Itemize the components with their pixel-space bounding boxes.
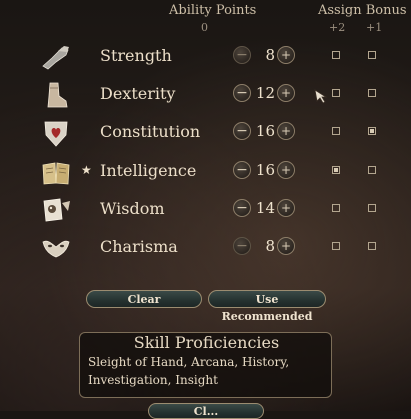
clear-button[interactable]: Clear (86, 290, 202, 308)
decrease-constitution-button[interactable]: − (233, 122, 251, 140)
mask-icon (42, 240, 70, 258)
bonus-plus1-checkbox[interactable] (368, 89, 376, 97)
increase-intelligence-button[interactable]: + (277, 161, 295, 179)
ability-score: 12 (255, 84, 275, 102)
decrease-wisdom-button[interactable]: − (233, 199, 251, 217)
ability-name: Dexterity (100, 84, 176, 103)
bonus-plus1-checkbox[interactable] (368, 51, 376, 59)
boot-icon (47, 82, 68, 108)
bonus-plus2-checkbox[interactable] (332, 204, 340, 212)
decrease-strength-button[interactable]: − (233, 46, 251, 64)
ability-row-wisdom: Wisdom − 14 + (0, 193, 411, 227)
ability-name: Strength (100, 46, 172, 65)
ability-name: Charisma (100, 237, 178, 256)
ability-row-constitution: Constitution − 16 + (0, 116, 411, 150)
ability-name: Intelligence (100, 161, 197, 180)
ability-score: 16 (255, 122, 275, 140)
ability-score: 16 (255, 161, 275, 179)
cursor-icon (314, 89, 328, 104)
increase-constitution-button[interactable]: + (277, 122, 295, 140)
increase-dexterity-button[interactable]: + (277, 84, 295, 102)
ability-row-charisma: Charisma − 8 + (0, 231, 411, 265)
primary-ability-star: ★ (81, 163, 92, 177)
bonus-plus1-label: +1 (366, 21, 383, 34)
decrease-dexterity-button[interactable]: − (233, 84, 251, 102)
owl-scroll-icon (43, 198, 70, 222)
ability-points-header: Ability Points (169, 3, 257, 18)
ability-row-dexterity: Dexterity − 12 + (0, 78, 411, 112)
ability-score: 8 (265, 237, 275, 255)
ability-score: 8 (265, 46, 275, 64)
ability-name: Wisdom (100, 199, 165, 218)
heart-shield-icon (44, 121, 68, 147)
bonus-plus2-checkbox[interactable] (332, 166, 340, 174)
increase-strength-button[interactable]: + (277, 46, 295, 64)
bonus-plus1-checkbox[interactable] (368, 242, 376, 250)
bonus-plus2-checkbox[interactable] (332, 127, 340, 135)
ability-row-strength: Strength − 8 + (0, 40, 411, 74)
ability-name: Constitution (100, 122, 201, 141)
gauntlet-icon (42, 46, 69, 70)
bonus-plus2-checkbox[interactable] (332, 51, 340, 59)
increase-wisdom-button[interactable]: + (277, 199, 295, 217)
open-book-icon (42, 162, 70, 185)
bonus-plus1-checkbox[interactable] (368, 166, 376, 174)
bonus-plus2-checkbox[interactable] (332, 242, 340, 250)
ability-points-value: 0 (201, 21, 208, 34)
skill-proficiencies-list: Sleight of Hand, Arcana, History, Invest… (88, 355, 290, 387)
bonus-plus2-label: +2 (329, 21, 346, 34)
bonus-plus1-checkbox[interactable] (368, 204, 376, 212)
bonus-plus1-checkbox[interactable] (368, 127, 376, 135)
bottom-button[interactable]: Cl... (148, 403, 264, 419)
increase-charisma-button[interactable]: + (277, 237, 295, 255)
skill-proficiencies-panel: Skill Proficiencies Sleight of Hand, Arc… (79, 332, 332, 398)
skill-proficiencies-title: Skill Proficiencies (133, 333, 280, 352)
use-recommended-button[interactable]: Use Recommended (208, 290, 326, 323)
ability-score: 14 (255, 199, 275, 217)
bonus-plus2-checkbox[interactable] (332, 89, 340, 97)
decrease-intelligence-button[interactable]: − (233, 161, 251, 179)
ability-row-intelligence: ★ Intelligence − 16 + (0, 155, 411, 189)
assign-bonus-header: Assign Bonus (318, 3, 407, 18)
decrease-charisma-button[interactable]: − (233, 237, 251, 255)
